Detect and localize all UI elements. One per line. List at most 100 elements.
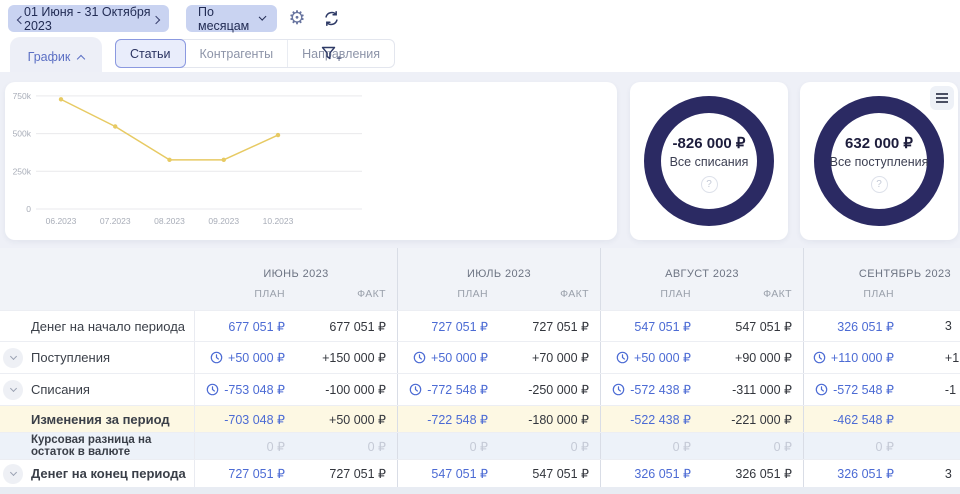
month-cell-group: -722 548 ₽-180 000 ₽ xyxy=(397,406,600,432)
plan-value[interactable]: -753 048 ₽ xyxy=(195,374,296,405)
month-title: АВГУСТ 2023 xyxy=(601,248,803,280)
plan-value[interactable]: 326 051 ₽ xyxy=(601,460,702,487)
inflows-total-label: Все поступления xyxy=(800,155,958,169)
month-cell-group: -703 048 ₽+50 000 ₽ xyxy=(194,406,397,432)
plan-value[interactable]: +50 000 ₽ xyxy=(195,342,296,373)
plan-value[interactable]: -772 548 ₽ xyxy=(398,374,499,405)
outflows-total-value: -826 000 ₽ xyxy=(630,134,788,152)
plan-value: 0 ₽ xyxy=(398,433,499,459)
table-row: Списания-753 048 ₽-100 000 ₽-772 548 ₽-2… xyxy=(0,373,960,405)
svg-text:10.2023: 10.2023 xyxy=(263,216,294,226)
plan-value: 0 ₽ xyxy=(804,433,905,459)
month-cell-group: +50 000 ₽+70 000 ₽ xyxy=(397,342,600,373)
row-label: Поступления xyxy=(0,342,194,373)
date-range-picker[interactable]: 01 Июня - 31 Октября 2023 xyxy=(8,5,169,32)
month-cell-group: -522 438 ₽-221 000 ₽ xyxy=(600,406,803,432)
month-cell-group: -572 548 ₽-1 xyxy=(803,374,960,405)
next-period-icon[interactable] xyxy=(153,12,159,26)
line-chart-card: 0250k500k750k06.202307.202308.202309.202… xyxy=(5,82,617,240)
row-expand-chevron-icon[interactable] xyxy=(3,464,23,484)
fact-value: -1 xyxy=(905,374,960,405)
row-label: Курсовая разница на остаток в валюте xyxy=(0,433,194,459)
plan-value[interactable]: 727 051 ₽ xyxy=(195,460,296,487)
fact-value: 0 ₽ xyxy=(296,433,397,459)
tab-grafik[interactable]: График xyxy=(10,37,102,77)
plan-value[interactable]: -572 438 ₽ xyxy=(601,374,702,405)
plan-value[interactable]: -722 548 ₽ xyxy=(398,406,499,432)
fact-value: 0 ₽ xyxy=(702,433,803,459)
fact-value: -221 000 ₽ xyxy=(702,406,803,432)
plan-value[interactable]: 326 051 ₽ xyxy=(804,460,905,487)
fact-column-header: ФАКТ xyxy=(702,288,803,300)
fact-value: 3 xyxy=(905,460,960,487)
month-header: ИЮЛЬ 2023ПЛАНФАКТ xyxy=(397,248,600,310)
plan-column-header: ПЛАН xyxy=(601,288,702,300)
settings-gear-icon[interactable]: ⚙ xyxy=(286,7,308,29)
inflows-donut-card: 632 000 ₽ Все поступления ? xyxy=(800,82,958,240)
month-cell-group: -772 548 ₽-250 000 ₽ xyxy=(397,374,600,405)
month-cell-group: -753 048 ₽-100 000 ₽ xyxy=(194,374,397,405)
fact-value: +90 000 ₽ xyxy=(702,342,803,373)
fact-value: 727 051 ₽ xyxy=(499,311,600,341)
question-icon[interactable]: ? xyxy=(701,176,718,193)
plan-value[interactable]: +50 000 ₽ xyxy=(601,342,702,373)
plan-value[interactable]: -462 548 ₽ xyxy=(804,406,905,432)
plan-value[interactable]: 677 051 ₽ xyxy=(195,311,296,341)
row-expand-chevron-icon[interactable] xyxy=(3,348,23,368)
row-expand-chevron-icon[interactable] xyxy=(3,380,23,400)
svg-text:09.2023: 09.2023 xyxy=(208,216,239,226)
fact-value: +1 xyxy=(905,342,960,373)
fact-value: 3 xyxy=(905,311,960,341)
month-cell-group: 0 ₽0 ₽ xyxy=(194,433,397,459)
row-label: Денег на конец периода xyxy=(0,460,194,487)
month-cell-group: 326 051 ₽3 xyxy=(803,460,960,487)
card-menu-icon[interactable] xyxy=(930,86,954,110)
plan-value[interactable]: 326 051 ₽ xyxy=(804,311,905,341)
plan-value[interactable]: +110 000 ₽ xyxy=(804,342,905,373)
fact-value: 0 ₽ xyxy=(499,433,600,459)
report-segmented-control: Статьи Контрагенты Направления xyxy=(115,39,395,68)
fact-value: 547 051 ₽ xyxy=(702,311,803,341)
view-tabs-row: График Статьи Контрагенты Направления + xyxy=(0,35,960,72)
tab-stati[interactable]: Статьи xyxy=(115,39,186,68)
fact-value xyxy=(905,433,960,459)
fact-value: -311 000 ₽ xyxy=(702,374,803,405)
plan-value[interactable]: 547 051 ₽ xyxy=(601,311,702,341)
month-cell-group: 727 051 ₽727 051 ₽ xyxy=(397,311,600,341)
fact-column-header: ФАКТ xyxy=(499,288,600,300)
svg-text:07.2023: 07.2023 xyxy=(100,216,131,226)
tab-kontragenty[interactable]: Контрагенты xyxy=(186,40,289,67)
row-label: Списания xyxy=(0,374,194,405)
month-title: ИЮЛЬ 2023 xyxy=(398,248,600,280)
fact-value: -180 000 ₽ xyxy=(499,406,600,432)
plan-value: 0 ₽ xyxy=(195,433,296,459)
plan-value: 0 ₽ xyxy=(601,433,702,459)
row-label: Изменения за период xyxy=(0,406,194,432)
month-header: АВГУСТ 2023 ПЛАНФАКТ xyxy=(600,248,803,310)
plan-value[interactable]: 547 051 ₽ xyxy=(398,460,499,487)
plan-value[interactable]: -703 048 ₽ xyxy=(195,406,296,432)
fact-value xyxy=(905,406,960,432)
month-header: СЕНТЯБРЬ 2023ПЛАНФАКТ xyxy=(803,248,960,310)
horizontal-scrollbar[interactable] xyxy=(0,487,960,494)
svg-text:08.2023: 08.2023 xyxy=(154,216,185,226)
question-icon[interactable]: ? xyxy=(871,176,888,193)
refresh-icon[interactable] xyxy=(320,7,342,29)
plan-value[interactable]: 727 051 ₽ xyxy=(398,311,499,341)
fact-value: 326 051 ₽ xyxy=(702,460,803,487)
month-cell-group: 547 051 ₽547 051 ₽ xyxy=(600,311,803,341)
plan-value[interactable]: -522 438 ₽ xyxy=(601,406,702,432)
table-body: Денег на начало периода677 051 ₽677 051 … xyxy=(0,310,960,487)
plus-icon: + xyxy=(336,54,342,65)
month-cell-group: 326 051 ₽326 051 ₽ xyxy=(600,460,803,487)
plan-value[interactable]: -572 548 ₽ xyxy=(804,374,905,405)
outflows-total-label: Все списания xyxy=(630,155,788,169)
month-cell-group: 677 051 ₽677 051 ₽ xyxy=(194,311,397,341)
plan-value[interactable]: +50 000 ₽ xyxy=(398,342,499,373)
month-cell-group: -572 438 ₽-311 000 ₽ xyxy=(600,374,803,405)
table-row: Поступления+50 000 ₽+150 000 ₽+50 000 ₽+… xyxy=(0,341,960,373)
filter-add-icon[interactable]: + xyxy=(316,40,342,66)
period-granularity-dropdown[interactable]: По месяцам xyxy=(186,5,277,32)
month-cell-group: 0 ₽ xyxy=(803,433,960,459)
table-row: Денег на начало периода677 051 ₽677 051 … xyxy=(0,310,960,341)
